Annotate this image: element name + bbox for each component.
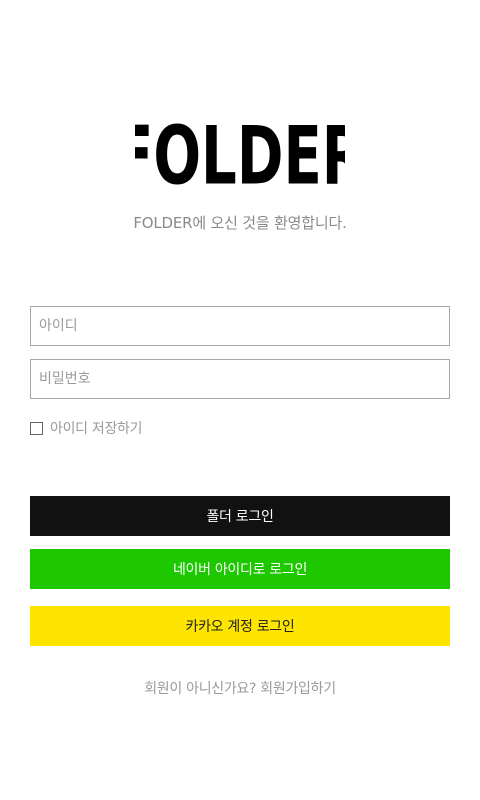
signup-question: 회원이 아니신가요? xyxy=(144,681,257,697)
password-input[interactable] xyxy=(30,359,450,399)
remember-id-label: 아이디 저장하기 xyxy=(50,421,143,437)
folder-login-label: 폴더 로그인 xyxy=(206,509,274,525)
signup-prompt: 회원이 아니신가요? 회원가입하기 xyxy=(0,678,480,698)
login-page: FOLDER FOLDER에 오신 것을 환영합니다. 아이디 저장하기 폴더 … xyxy=(0,0,480,800)
kakao-login-button[interactable]: 카카오 계정 로그인 xyxy=(30,606,450,646)
logo-container: FOLDER xyxy=(0,108,480,192)
welcome-message: FOLDER에 오신 것을 환영합니다. xyxy=(133,214,347,232)
folder-login-button[interactable]: 폴더 로그인 xyxy=(30,496,450,536)
remember-id-option[interactable]: 아이디 저장하기 xyxy=(30,418,143,438)
naver-login-button[interactable]: 네이버 아이디로 로그인 xyxy=(30,549,450,589)
logo-text: FOLDER xyxy=(135,110,345,192)
naver-login-label: 네이버 아이디로 로그인 xyxy=(172,562,308,578)
folder-logo: FOLDER xyxy=(135,110,345,192)
id-input[interactable] xyxy=(30,306,450,346)
remember-id-checkbox[interactable] xyxy=(30,421,43,435)
signup-link[interactable]: 회원가입하기 xyxy=(260,681,336,697)
kakao-login-label: 카카오 계정 로그인 xyxy=(185,619,295,635)
